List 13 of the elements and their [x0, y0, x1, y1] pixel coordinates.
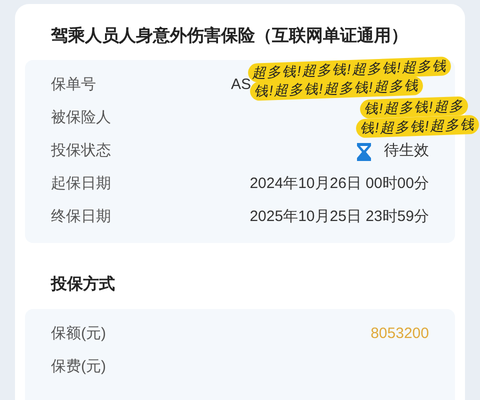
row-value: 2025年10月25日 23时59分	[250, 207, 429, 228]
row-label: 被保险人	[51, 108, 111, 128]
row-label: 保单号	[51, 75, 97, 96]
policy-title: 驾乘人员人身意外伤害保险（互联网单证通用）	[51, 25, 408, 47]
row-label: 起保日期	[51, 174, 111, 194]
row-value: 2024年10月26日 00时00分	[250, 174, 429, 194]
row-label: 终保日期	[51, 207, 111, 228]
status-text: 待生效	[384, 141, 429, 162]
row-label: 保额(元)	[51, 324, 106, 344]
amount-value: 8053200	[370, 324, 429, 344]
row-label: 保费(元)	[51, 357, 106, 378]
row-label: 投保状态	[51, 141, 111, 162]
section-title: 投保方式	[50, 274, 116, 295]
